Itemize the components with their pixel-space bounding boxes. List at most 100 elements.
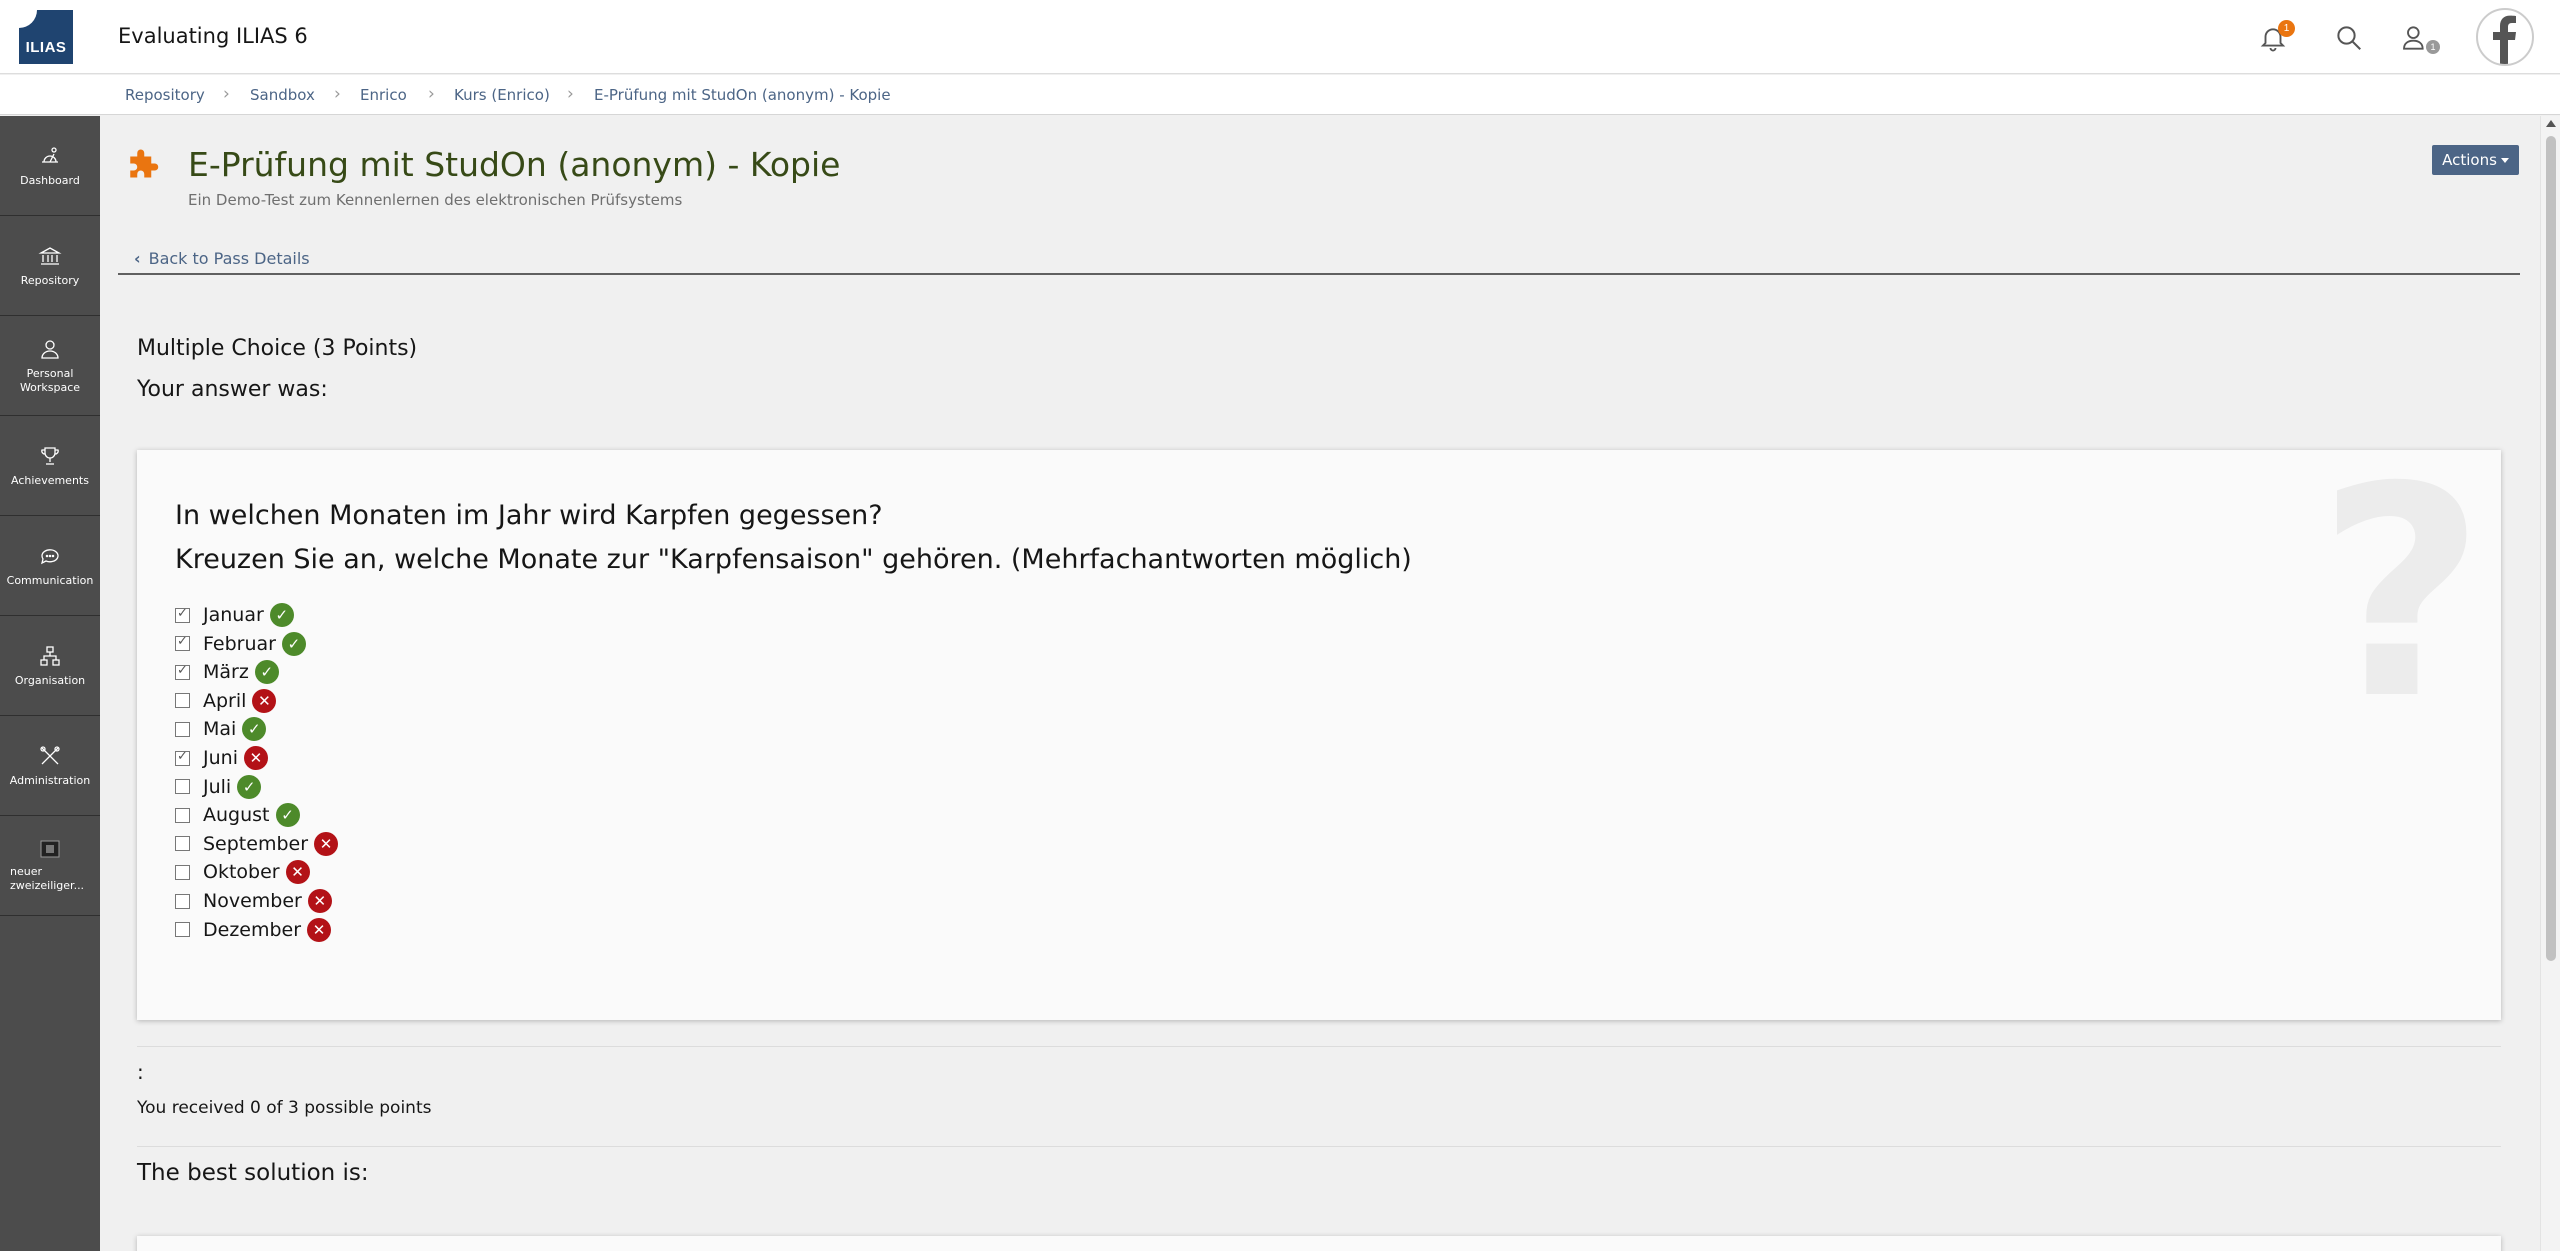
breadcrumb: Repository › Sandbox › Enrico › Kurs (En… [0, 75, 2560, 115]
app-title: Evaluating ILIAS 6 [118, 24, 308, 48]
answer-option: Juli ✓ [175, 774, 262, 800]
question-text-line-1: In welchen Monaten im Jahr wird Karpfen … [175, 500, 883, 531]
correct-check-icon: ✓ [275, 803, 300, 828]
breadcrumb-separator: › [334, 84, 341, 104]
answer-checkbox [175, 836, 190, 852]
caret-down-icon [2500, 157, 2509, 163]
breadcrumb-item-kurs[interactable]: Kurs (Enrico) [454, 86, 550, 104]
question-type-label: Multiple Choice (3 Points) [137, 336, 418, 361]
answer-checkbox [175, 864, 190, 880]
sidebar-item-achievements[interactable]: Achievements [0, 416, 100, 516]
sidebar-item-administration[interactable]: Administration [0, 716, 100, 816]
actions-dropdown-button[interactable]: Actions [2432, 145, 2519, 175]
back-to-pass-details-link[interactable]: ‹ Back to Pass Details [134, 249, 310, 268]
avatar[interactable] [2476, 8, 2534, 66]
answer-option-label: März [203, 661, 249, 684]
org-icon [40, 645, 60, 666]
sidebar-item-label: Communication [6, 573, 94, 587]
chevron-left-icon: ‹ [134, 249, 141, 268]
question-text-line-2: Kreuzen Sie an, welche Monate zur "Karpf… [175, 544, 1412, 575]
ilias-logo[interactable]: ILIAS [19, 10, 73, 64]
answer-option-label: Januar [203, 604, 264, 626]
dashboard-icon [42, 146, 58, 163]
answer-checkbox [175, 693, 190, 709]
answer-option: August ✓ [175, 802, 300, 828]
chat-icon [41, 548, 59, 564]
sidebar-item-label: Administration [9, 773, 91, 787]
sidebar-item-dashboard[interactable]: Dashboard [0, 116, 100, 216]
incorrect-x-icon: ✕ [285, 860, 310, 885]
page-description: Ein Demo-Test zum Kennenlernen des elekt… [188, 191, 683, 209]
answer-checkbox [175, 663, 190, 680]
divider [137, 1146, 2501, 1147]
sidebar-item-communication[interactable]: Communication [0, 516, 100, 616]
breadcrumb-item-enrico[interactable]: Enrico [360, 86, 407, 104]
correct-check-icon: ✓ [281, 631, 306, 656]
sidebar-item-organisation[interactable]: Organisation [0, 616, 100, 716]
answer-checkbox [175, 749, 190, 766]
sidebar-item-repository[interactable]: Repository [0, 216, 100, 316]
sidebar-item-label: neuer zweizeiliger... [10, 864, 85, 892]
facebook-logo-icon [2493, 15, 2516, 64]
answer-option-label: August [203, 804, 270, 827]
correct-check-icon: ✓ [237, 774, 262, 799]
sidebar-item-personal-workspace[interactable]: Personal Workspace [0, 316, 100, 416]
answer-option: Januar✓ [175, 602, 294, 628]
answer-checkbox [175, 922, 190, 938]
answer-checkbox [175, 634, 190, 652]
search-icon [2337, 26, 2361, 50]
incorrect-x-icon: ✕ [307, 889, 332, 913]
answer-option: April ✕ [175, 688, 277, 714]
puzzle-test-icon [130, 149, 159, 178]
answer-option-label: November [203, 890, 302, 912]
correct-check-icon: ✓ [242, 717, 267, 742]
breadcrumb-item-sandbox[interactable]: Sandbox [250, 86, 315, 104]
back-link-label: Back to Pass Details [148, 249, 310, 268]
notification-badge: 1 [2278, 20, 2295, 37]
correct-check-icon: ✓ [269, 603, 294, 627]
best-solution-label: The best solution is: [137, 1160, 369, 1186]
answer-option-label: April [203, 689, 247, 712]
answer-option: März✓ [175, 659, 279, 685]
answer-option: Dezember ✕ [175, 917, 332, 943]
answer-option-label: Juli [203, 775, 232, 798]
your-answer-label: Your answer was: [137, 377, 328, 402]
answer-checkbox [175, 893, 190, 909]
incorrect-x-icon: ✕ [243, 746, 268, 770]
incorrect-x-icon: ✕ [314, 831, 339, 856]
answer-option-label: September [203, 832, 309, 855]
feedback-colon: : [137, 1060, 144, 1084]
answer-option: Juni✕ [175, 745, 268, 771]
answer-option-label: Juni [203, 747, 238, 769]
sidebar-item-custom[interactable]: neuer zweizeiliger... [0, 816, 100, 916]
page-scrollbar[interactable] [2540, 116, 2560, 1251]
sidebar-item-label: Achievements [11, 473, 89, 487]
answer-option-label: Dezember [203, 918, 302, 941]
question-mark-watermark-icon: ? [2317, 450, 2486, 763]
page-title: E-Prüfung mit StudOn (anonym) - Kopie [188, 145, 841, 184]
scroll-thumb[interactable] [2546, 136, 2556, 961]
user-badge: 1 [2426, 40, 2440, 54]
answer-option: Oktober ✕ [175, 859, 310, 885]
answer-checkbox [175, 807, 190, 823]
tools-icon [40, 745, 60, 764]
answer-option: Februar✓ [175, 631, 306, 657]
header-bar: ILIAS Evaluating ILIAS 6 1 1 [0, 0, 2560, 74]
points-received: You received 0 of 3 possible points [137, 1098, 432, 1118]
scroll-up-arrow-icon[interactable] [2546, 120, 2556, 127]
user-menu-button[interactable]: 1 [2396, 18, 2440, 58]
header-divider [118, 273, 2520, 275]
notifications-button[interactable]: 1 [2253, 18, 2295, 58]
main-sidebar: Dashboard Repository Personal Workspace … [0, 116, 100, 1251]
breadcrumb-item-repository[interactable]: Repository [125, 86, 205, 104]
breadcrumb-separator: › [567, 84, 574, 104]
answer-option-label: Oktober [203, 861, 280, 884]
breadcrumb-item-current[interactable]: E-Prüfung mit StudOn (anonym) - Kopie [594, 86, 891, 104]
best-solution-panel [137, 1236, 2501, 1251]
sidebar-item-label: Personal Workspace [19, 366, 81, 394]
search-button[interactable] [2329, 18, 2369, 58]
answer-option: Mai ✓ [175, 716, 267, 742]
sidebar-item-label: Organisation [14, 673, 86, 687]
answer-checkbox [175, 606, 190, 623]
breadcrumb-separator: › [223, 84, 230, 104]
